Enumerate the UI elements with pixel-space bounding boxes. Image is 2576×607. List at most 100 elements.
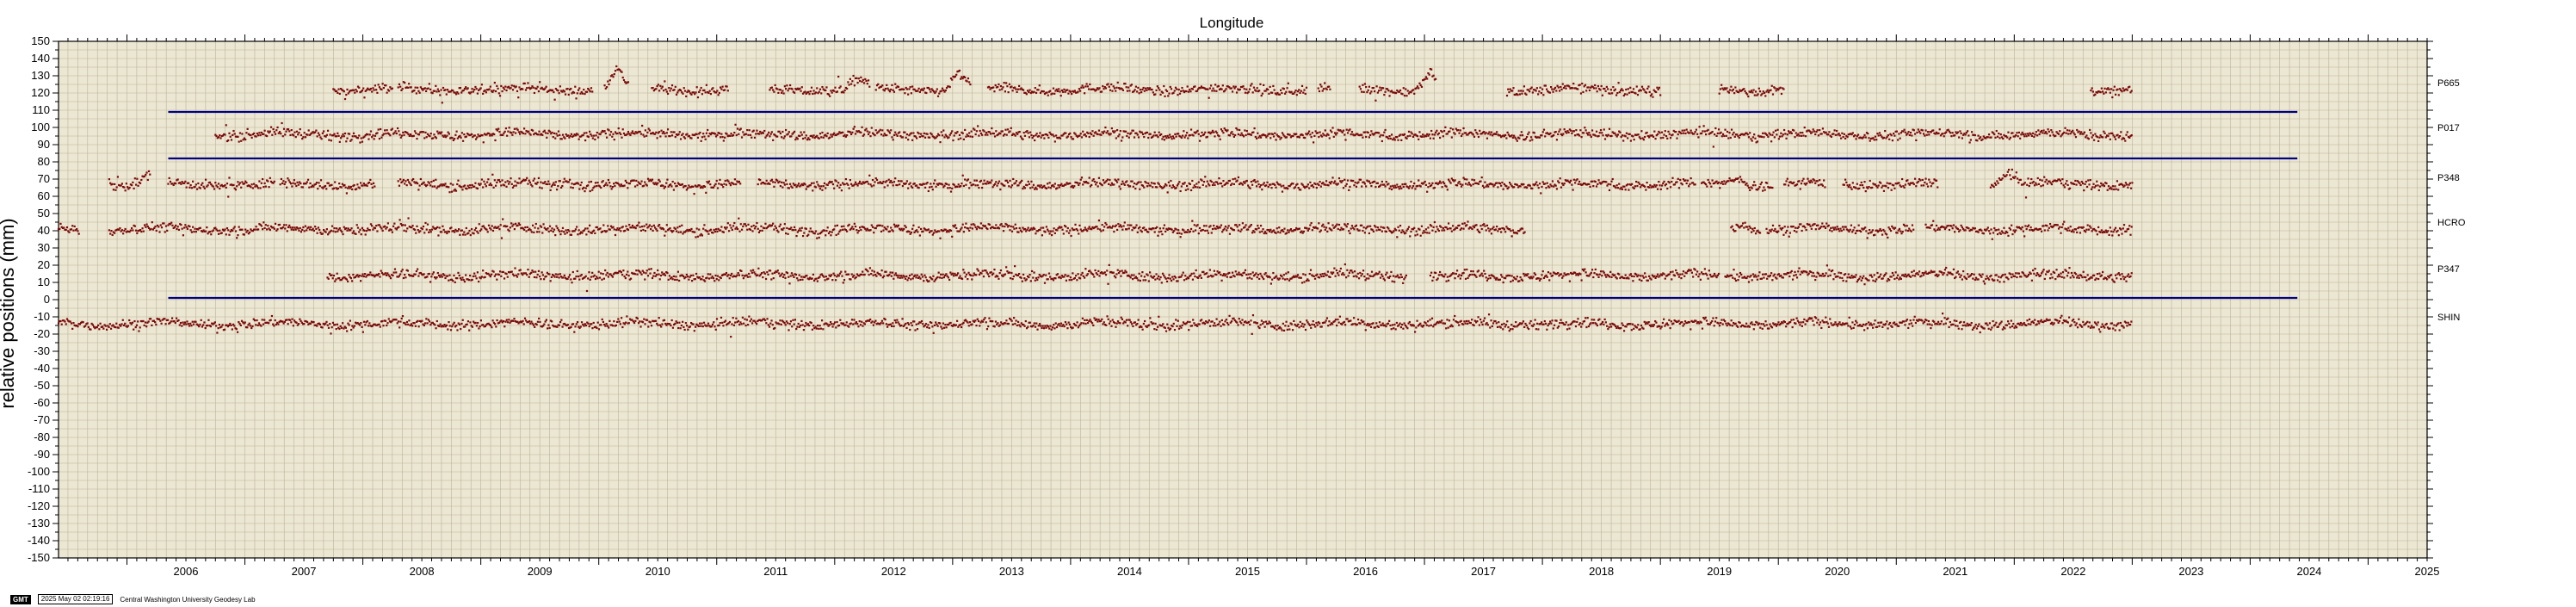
- data-point: [1420, 135, 1424, 138]
- data-point: [1127, 136, 1130, 139]
- data-point: [2110, 88, 2113, 90]
- data-point: [1015, 88, 1017, 90]
- data-point: [1102, 179, 1105, 182]
- data-point: [1582, 132, 1585, 134]
- data-point: [544, 87, 547, 90]
- data-point: [479, 183, 482, 185]
- data-point: [246, 127, 249, 130]
- data-point: [1163, 139, 1166, 141]
- data-point: [510, 84, 513, 87]
- data-point: [1669, 137, 1672, 139]
- data-point: [1646, 87, 1649, 90]
- data-point: [1088, 135, 1090, 139]
- data-point: [836, 90, 839, 93]
- data-point: [655, 88, 658, 90]
- data-point: [128, 186, 131, 189]
- data-point: [413, 90, 416, 92]
- data-point: [986, 180, 989, 183]
- data-point: [132, 181, 134, 183]
- data-point: [2124, 139, 2127, 142]
- data-point: [640, 180, 643, 183]
- data-point: [707, 91, 710, 95]
- data-point: [829, 95, 831, 97]
- data-point: [699, 89, 701, 91]
- data-point: [561, 133, 565, 136]
- data-point: [1640, 90, 1642, 92]
- data-point: [1902, 130, 1905, 133]
- data-point: [1887, 133, 1890, 137]
- data-point: [985, 183, 988, 185]
- data-point: [1979, 136, 1982, 139]
- data-point: [494, 139, 497, 142]
- data-point: [1234, 85, 1237, 88]
- data-point: [213, 188, 216, 190]
- data-point: [757, 183, 759, 186]
- data-point: [432, 179, 435, 183]
- data-point: [602, 180, 604, 183]
- data-point: [572, 91, 576, 94]
- data-point: [1219, 138, 1221, 140]
- data-point: [812, 134, 815, 137]
- data-point: [660, 129, 663, 132]
- y-tick-label: 70: [38, 172, 50, 185]
- data-point: [1178, 92, 1182, 95]
- data-point: [818, 137, 820, 139]
- data-point: [1011, 90, 1014, 92]
- data-point: [1189, 90, 1192, 93]
- data-point: [456, 183, 459, 186]
- data-point: [1736, 133, 1739, 136]
- data-point: [674, 182, 676, 185]
- data-point: [683, 87, 685, 90]
- y-tick-label: 90: [38, 138, 50, 151]
- data-point: [224, 133, 226, 136]
- data-point: [688, 90, 691, 93]
- data-point: [583, 89, 585, 91]
- data-point: [782, 182, 785, 184]
- data-point: [1233, 87, 1236, 90]
- data-point: [1319, 181, 1321, 183]
- data-point: [853, 84, 856, 87]
- data-point: [526, 177, 528, 179]
- data-point: [2069, 133, 2072, 135]
- data-point: [1476, 133, 1479, 135]
- data-point: [882, 180, 885, 183]
- data-point: [1654, 138, 1657, 140]
- data-point: [553, 183, 556, 186]
- data-point: [528, 179, 530, 182]
- series-label: P665: [2437, 78, 2460, 89]
- data-point: [886, 84, 888, 86]
- data-point: [674, 135, 676, 139]
- data-point: [799, 87, 801, 90]
- data-point: [1655, 90, 1658, 93]
- data-point: [507, 130, 510, 133]
- data-point: [874, 177, 877, 180]
- data-point: [1006, 85, 1009, 88]
- data-point: [424, 131, 427, 134]
- data-point: [225, 183, 229, 185]
- data-point: [1943, 135, 1945, 138]
- data-point: [1841, 132, 1844, 134]
- data-point: [2063, 131, 2066, 134]
- data-point: [993, 135, 997, 138]
- data-point: [930, 185, 933, 189]
- data-point: [559, 85, 561, 88]
- data-point: [1053, 135, 1055, 138]
- data-point: [1304, 92, 1307, 96]
- data-point: [608, 79, 611, 82]
- data-point: [880, 133, 883, 136]
- data-point: [1210, 84, 1213, 87]
- data-point: [1287, 82, 1289, 84]
- data-point: [1412, 135, 1415, 139]
- data-point: [460, 186, 463, 189]
- data-point: [590, 87, 593, 90]
- data-point: [556, 134, 559, 137]
- data-point: [1123, 183, 1126, 186]
- data-point: [1319, 185, 1322, 188]
- data-point: [1443, 129, 1446, 133]
- data-point: [678, 131, 681, 133]
- data-point: [874, 133, 876, 137]
- data-point: [487, 178, 490, 181]
- data-point: [1107, 83, 1109, 85]
- data-point: [659, 135, 662, 138]
- x-tick-label: 2006: [174, 565, 199, 578]
